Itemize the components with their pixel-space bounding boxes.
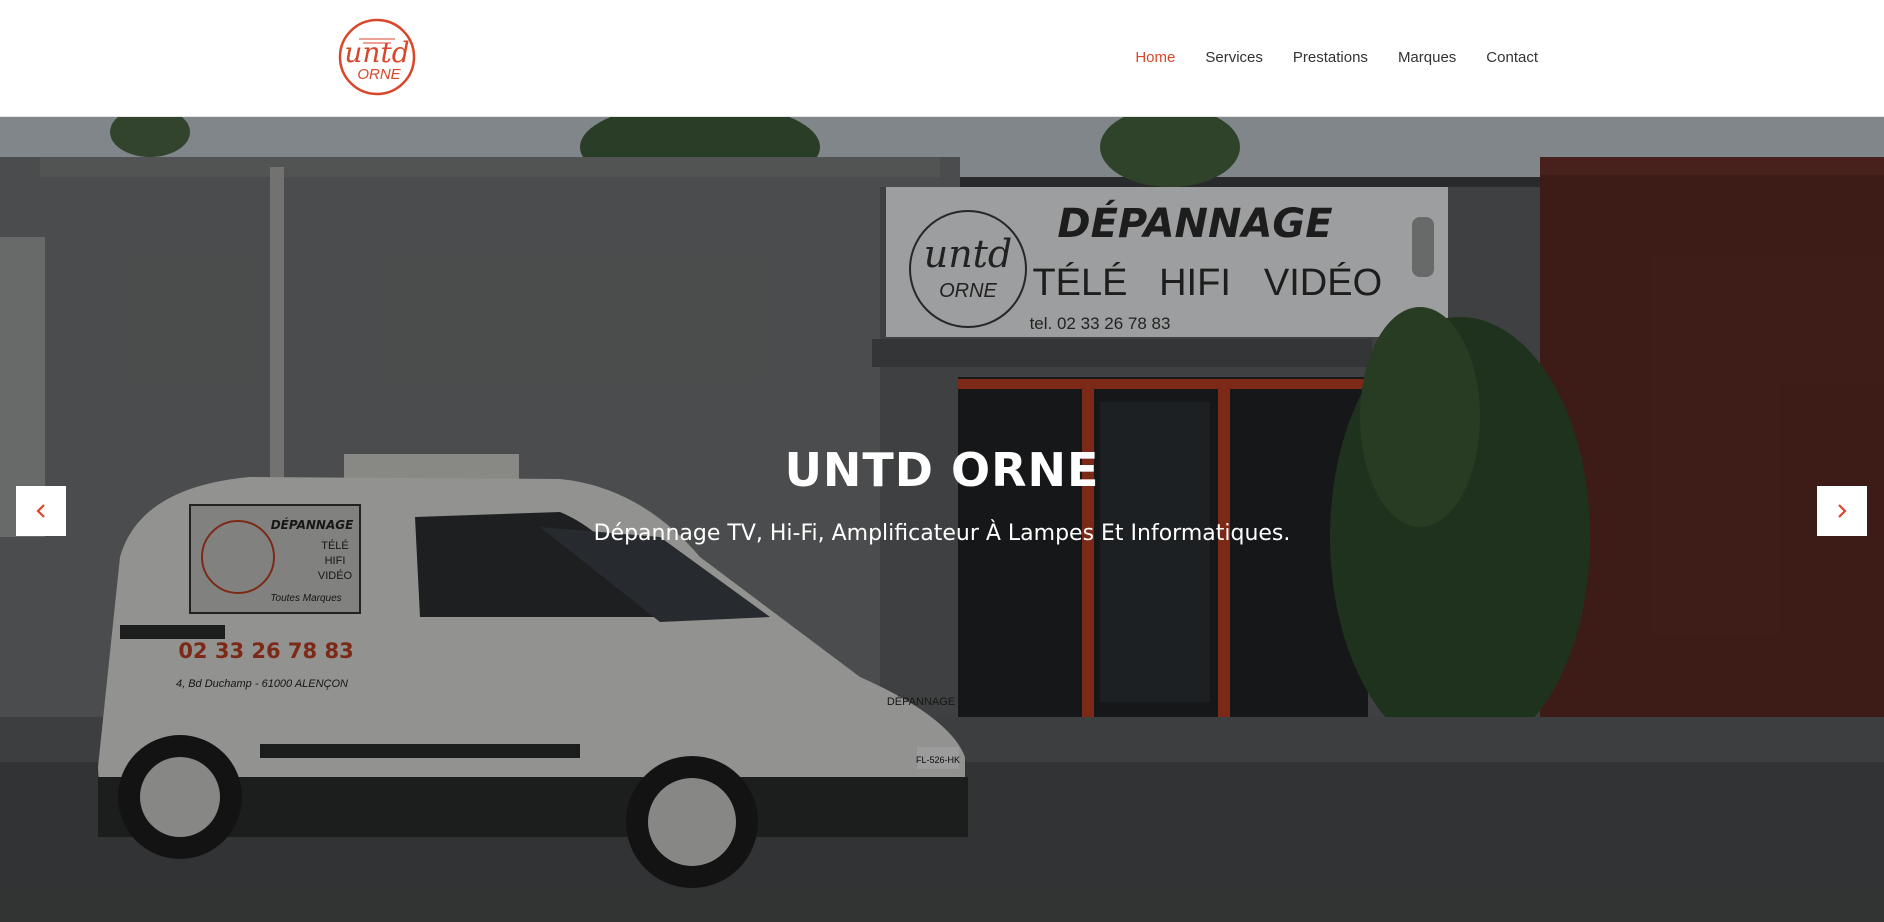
- nav-contact[interactable]: Contact: [1486, 47, 1538, 69]
- nav-marques[interactable]: Marques: [1398, 47, 1456, 69]
- nav-prestations[interactable]: Prestations: [1293, 47, 1368, 69]
- slider-prev-button[interactable]: [16, 486, 66, 536]
- hero-subtitle: Dépannage TV, Hi-Fi, Amplificateur À Lam…: [593, 521, 1291, 546]
- hero-slider: untd ORNE DÉPANNAGE TÉLÉ HIFI VIDÉO tel.…: [0, 117, 1884, 922]
- main-nav: Home Services Prestations Marques Contac…: [1105, 47, 1538, 69]
- slider-next-button[interactable]: [1817, 486, 1867, 536]
- chevron-left-icon: [36, 504, 45, 518]
- site-header: untd ORNE Home Services Prestations Marq…: [0, 0, 1884, 117]
- nav-home[interactable]: Home: [1135, 47, 1175, 69]
- hero-dark-overlay: [0, 117, 1884, 922]
- chevron-right-icon: [1838, 504, 1847, 518]
- nav-services[interactable]: Services: [1205, 47, 1263, 69]
- hero-title: UNTD ORNE: [784, 443, 1100, 497]
- logo-text-bottom: ORNE: [357, 66, 401, 83]
- logo-text-top: untd: [344, 36, 409, 69]
- untd-orne-logo[interactable]: untd ORNE: [337, 17, 417, 97]
